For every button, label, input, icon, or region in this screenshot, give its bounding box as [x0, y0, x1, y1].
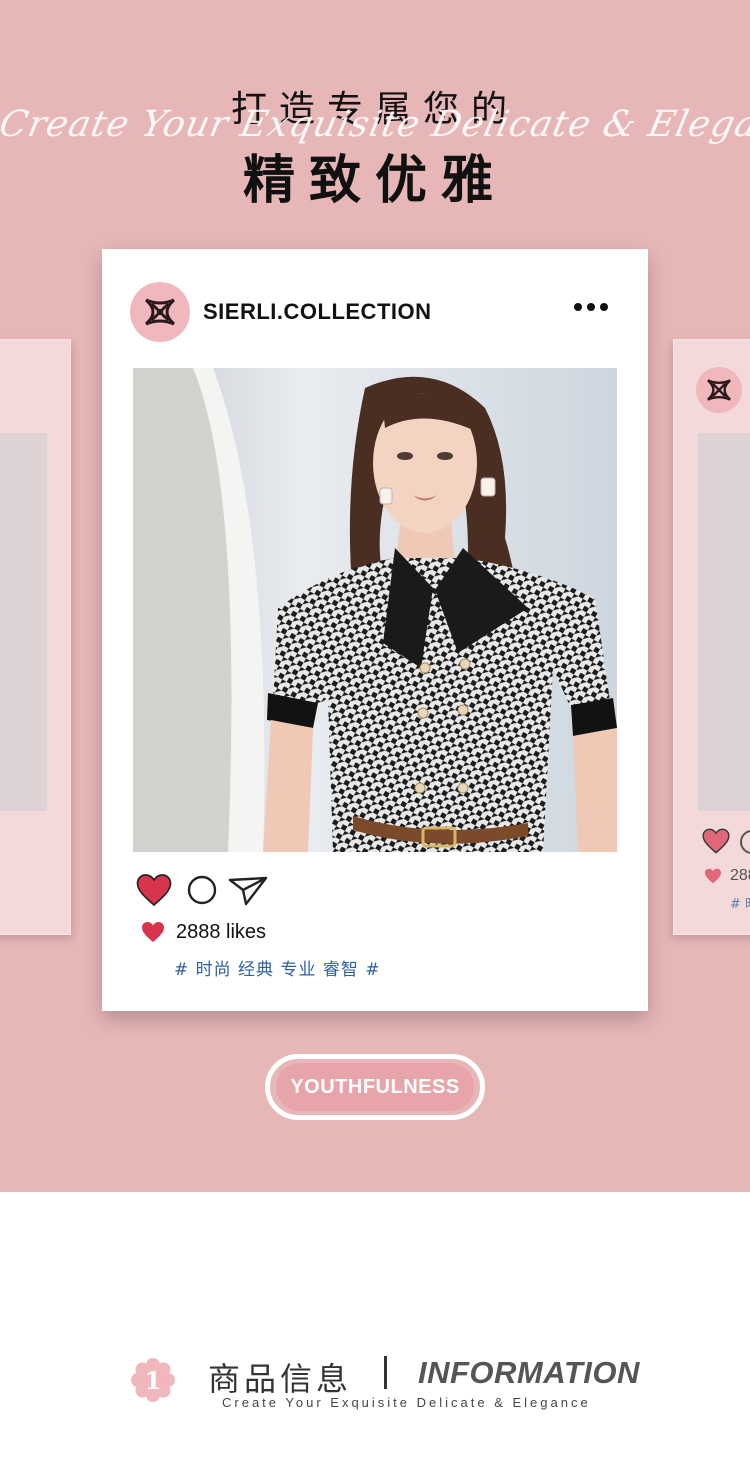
- heart-icon[interactable]: [136, 873, 172, 907]
- info-divider: [384, 1356, 387, 1389]
- side-card-right: 288 # 时: [673, 339, 750, 935]
- hero-title-line2: 精致优雅: [242, 151, 507, 211]
- brand-logo-icon[interactable]: [130, 282, 190, 342]
- likes-count[interactable]: 2888 likes: [176, 921, 266, 944]
- side-card-image: [698, 433, 750, 811]
- post-username[interactable]: SIERLI.COLLECTION: [203, 299, 432, 325]
- info-title-en: INFORMATION: [418, 1355, 640, 1390]
- comment-icon[interactable]: [740, 830, 750, 854]
- side-card-left: [0, 339, 71, 935]
- youthfulness-button[interactable]: YOUTHFULNESS: [265, 1054, 485, 1120]
- side-card-image: [0, 433, 47, 811]
- share-icon[interactable]: [228, 874, 268, 906]
- brand-logo-icon: [696, 367, 742, 413]
- info-subtitle: Create Your Exquisite Delicate & Eleganc…: [222, 1395, 591, 1410]
- youthfulness-button-fill: YOUTHFULNESS: [276, 1063, 474, 1111]
- post-tags[interactable]: # 时尚 经典 专业 睿智 #: [174, 955, 381, 980]
- more-dots-icon[interactable]: [574, 303, 608, 311]
- side-tags: # 时: [730, 897, 750, 912]
- youthfulness-label: YOUTHFULNESS: [290, 1075, 460, 1098]
- side-likes-count: 288: [730, 867, 750, 884]
- heart-icon: [142, 922, 164, 942]
- post-photo: [133, 368, 617, 852]
- info-title-cn: 商品信息: [208, 1360, 353, 1398]
- heart-icon[interactable]: [702, 828, 730, 854]
- comment-icon[interactable]: [186, 874, 218, 906]
- hero-section: 打造专属您的 Create Your Exquisite Delicate & …: [0, 0, 750, 1192]
- post-card: SIERLI.COLLECTION 2888 likes # 时尚 经典 专业 …: [102, 249, 648, 1011]
- heart-icon: [705, 868, 721, 884]
